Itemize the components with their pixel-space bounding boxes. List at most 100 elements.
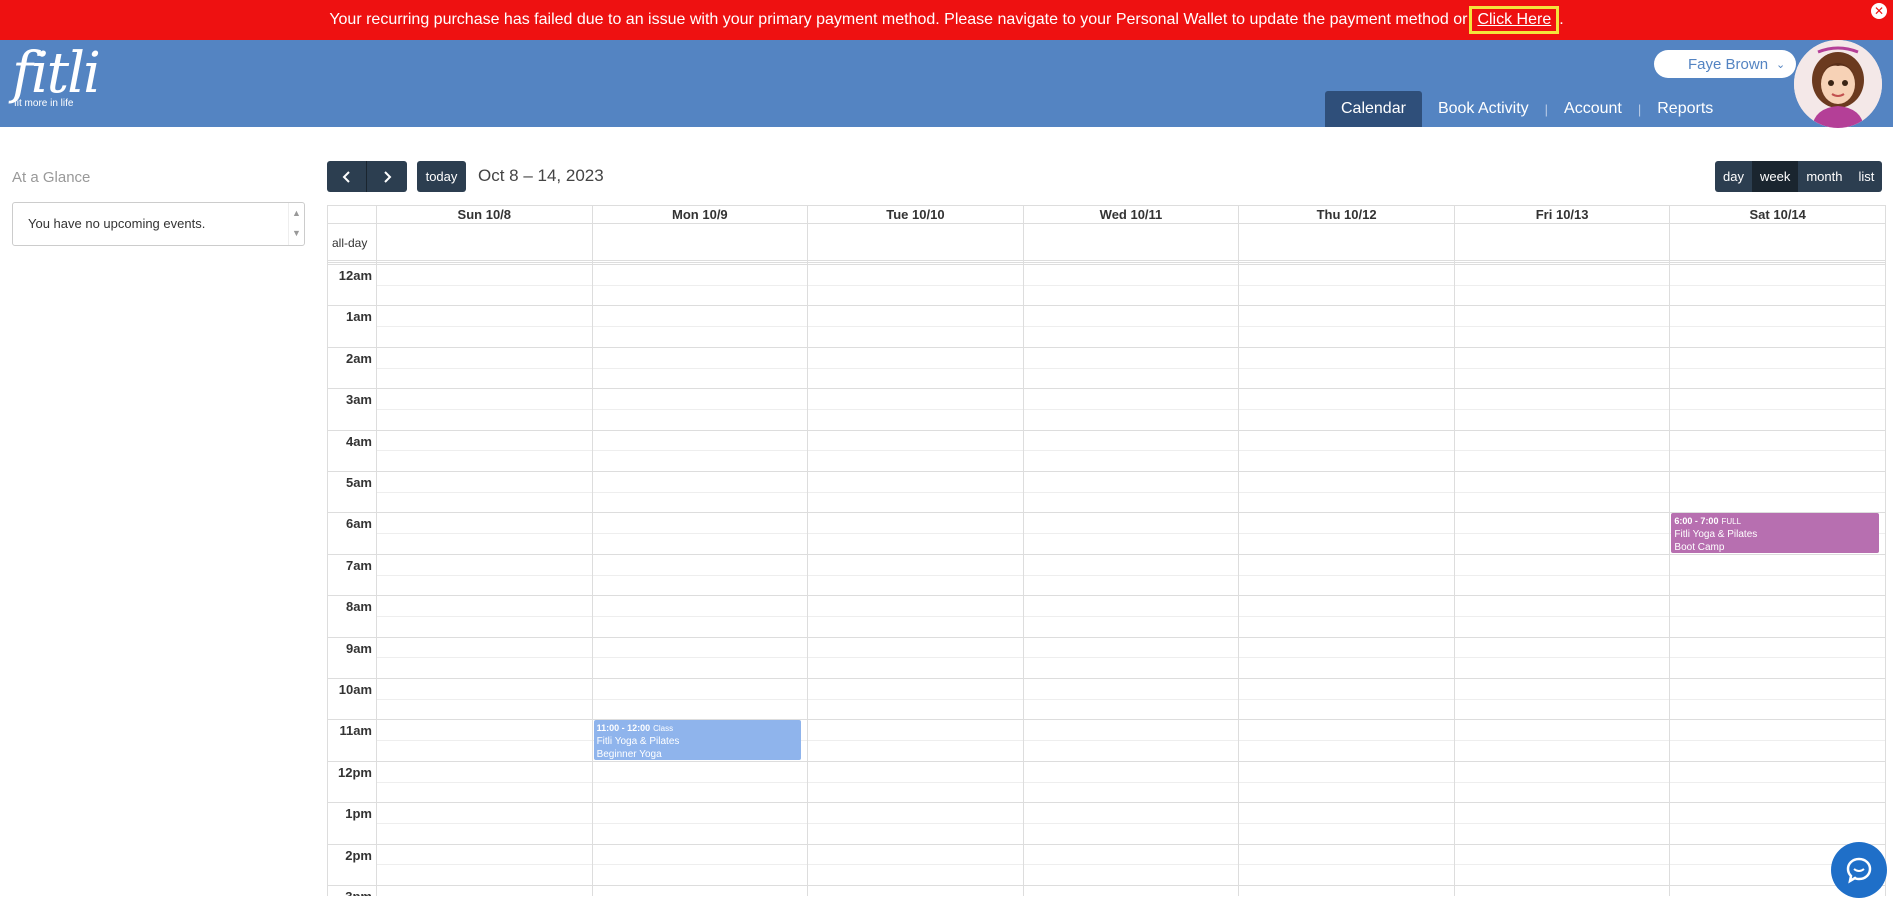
event-name: Boot Camp bbox=[1674, 542, 1725, 553]
avatar-illustration bbox=[1794, 40, 1882, 128]
nav-reports[interactable]: Reports bbox=[1641, 91, 1729, 127]
view-list-button[interactable]: list bbox=[1850, 161, 1883, 192]
day-header: Sat 10/14 bbox=[1669, 206, 1885, 223]
click-here-link[interactable]: Click Here bbox=[1477, 11, 1551, 28]
event-organization: Fitli Yoga & Pilates bbox=[1674, 529, 1758, 541]
prev-week-button[interactable] bbox=[327, 161, 367, 192]
next-week-button[interactable] bbox=[367, 161, 407, 192]
time-label: 6am bbox=[345, 516, 372, 532]
alert-trailing: . bbox=[1559, 11, 1564, 28]
date-range-title: Oct 8 – 14, 2023 bbox=[478, 166, 604, 185]
scroll-up-icon[interactable]: ▲ bbox=[289, 203, 304, 223]
view-day-button[interactable]: day bbox=[1715, 161, 1752, 192]
day-column-divider bbox=[807, 206, 809, 896]
day-headers: Sun 10/8 Mon 10/9 Tue 10/10 Wed 10/11 Thu 10… bbox=[328, 206, 1885, 223]
time-label: 2am bbox=[345, 350, 372, 366]
upcoming-events-box: You have no upcoming events. ▲ ▼ bbox=[12, 202, 305, 246]
time-label: 5am bbox=[345, 475, 372, 490]
alert-link-highlight: Click Here bbox=[1469, 6, 1560, 34]
scrollbar[interactable]: ▲ ▼ bbox=[288, 203, 304, 245]
view-switcher: day week month list bbox=[1715, 161, 1883, 192]
day-column-divider bbox=[376, 206, 377, 896]
hour-line bbox=[328, 471, 1885, 472]
time-label: 10am bbox=[338, 682, 372, 697]
event-time: 6:00 - 7:00 bbox=[1674, 516, 1719, 527]
time-label: 3am bbox=[345, 392, 372, 408]
time-label: 1am bbox=[345, 309, 372, 325]
half-hour-line bbox=[376, 326, 1885, 328]
hour-line bbox=[328, 305, 1885, 307]
chat-support-button[interactable] bbox=[1831, 842, 1887, 898]
hour-line bbox=[328, 595, 1885, 597]
time-label: 7am bbox=[345, 557, 372, 573]
user-menu-button[interactable]: Faye Brown ⌄ bbox=[1654, 50, 1796, 78]
prev-next-group bbox=[327, 161, 407, 192]
alert-message: Your recurring purchase has failed due t… bbox=[329, 11, 1468, 28]
half-hour-line bbox=[376, 408, 1885, 410]
hour-line bbox=[328, 636, 1885, 638]
half-hour-line bbox=[376, 450, 1885, 452]
fitli-logo[interactable]: fitli fit more in life bbox=[12, 46, 101, 110]
view-week-button[interactable]: week bbox=[1751, 161, 1799, 192]
half-hour-line bbox=[376, 491, 1885, 493]
half-hour-line bbox=[376, 533, 1885, 535]
chevron-left-icon bbox=[342, 170, 350, 183]
day-header: Tue 10/10 bbox=[807, 206, 1023, 223]
chevron-right-icon bbox=[384, 170, 392, 183]
app-header: fitli fit more in life Faye Brown ⌄ Cale… bbox=[0, 40, 1893, 128]
hour-line bbox=[328, 719, 1885, 721]
at-a-glance-title: At a Glance bbox=[12, 169, 91, 186]
avatar[interactable] bbox=[1794, 40, 1882, 128]
day-header: Mon 10/9 bbox=[591, 206, 808, 223]
day-column-divider bbox=[1453, 206, 1455, 896]
hour-line bbox=[328, 429, 1885, 431]
hour-line bbox=[328, 553, 1885, 555]
time-grid[interactable]: 12am 1am 2am 3am 4am 5am 6am 7am 8am 9am 10am 11am 1… bbox=[328, 264, 1885, 896]
day-header: Fri 10/13 bbox=[1453, 206, 1670, 223]
user-name: Faye Brown bbox=[1688, 55, 1769, 73]
event-tag: FULL bbox=[1721, 517, 1742, 527]
day-column-divider bbox=[1238, 206, 1240, 896]
day-column-divider bbox=[1669, 206, 1671, 896]
event-organization: Fitli Yoga & Pilates bbox=[596, 736, 680, 748]
calendar-event[interactable]: 6:00 - 7:00 FULL Fitli Yoga & Pilates Boot … bbox=[1671, 513, 1879, 553]
day-header: Sun 10/8 bbox=[376, 206, 592, 223]
time-label: 8am bbox=[345, 599, 372, 615]
chevron-down-icon: ⌄ bbox=[1776, 58, 1786, 71]
day-header: Wed 10/11 bbox=[1022, 206, 1239, 223]
half-hour-line bbox=[376, 367, 1885, 369]
close-icon[interactable]: ✕ bbox=[1871, 3, 1887, 19]
half-hour-line bbox=[376, 822, 1885, 824]
time-label: 11am bbox=[339, 723, 372, 739]
half-hour-line bbox=[376, 864, 1885, 866]
hour-line bbox=[328, 678, 1885, 679]
hour-line bbox=[328, 885, 1885, 886]
day-column-divider bbox=[591, 206, 593, 896]
hour-line bbox=[328, 388, 1885, 390]
half-hour-line bbox=[376, 781, 1885, 783]
time-label: 9am bbox=[345, 640, 372, 656]
scroll-down-icon[interactable]: ▼ bbox=[289, 223, 304, 243]
time-label: 2pm bbox=[345, 847, 372, 863]
view-month-button[interactable]: month bbox=[1798, 161, 1851, 192]
payment-alert-banner: Your recurring purchase has failed due t… bbox=[0, 0, 1893, 40]
day-column-divider bbox=[1022, 206, 1024, 896]
nav-account[interactable]: Account bbox=[1548, 91, 1638, 127]
hour-line bbox=[328, 843, 1885, 845]
nav-calendar[interactable]: Calendar bbox=[1325, 91, 1422, 127]
time-label: 4am bbox=[345, 433, 372, 449]
half-hour-line bbox=[376, 698, 1885, 700]
nav-book-activity[interactable]: Book Activity bbox=[1422, 91, 1545, 127]
chat-bubble-icon bbox=[1846, 857, 1872, 884]
half-hour-line bbox=[376, 284, 1885, 286]
all-day-label: all-day bbox=[332, 236, 368, 250]
calendar-event[interactable]: 11:00 - 12:00 Class Fitli Yoga & Pilates Be… bbox=[593, 720, 802, 760]
time-label: 12pm bbox=[338, 764, 372, 780]
half-hour-line bbox=[376, 574, 1885, 576]
no-events-text: You have no upcoming events. bbox=[28, 216, 206, 231]
week-calendar: Sun 10/8 Mon 10/9 Tue 10/10 Wed 10/11 Thu 10… bbox=[327, 205, 1886, 896]
all-day-row[interactable]: all-day bbox=[328, 223, 1885, 263]
time-label: 12am bbox=[338, 268, 372, 283]
event-time-line: 6:00 - 7:00 FULL bbox=[1674, 515, 1876, 528]
today-button[interactable]: today bbox=[417, 161, 466, 192]
